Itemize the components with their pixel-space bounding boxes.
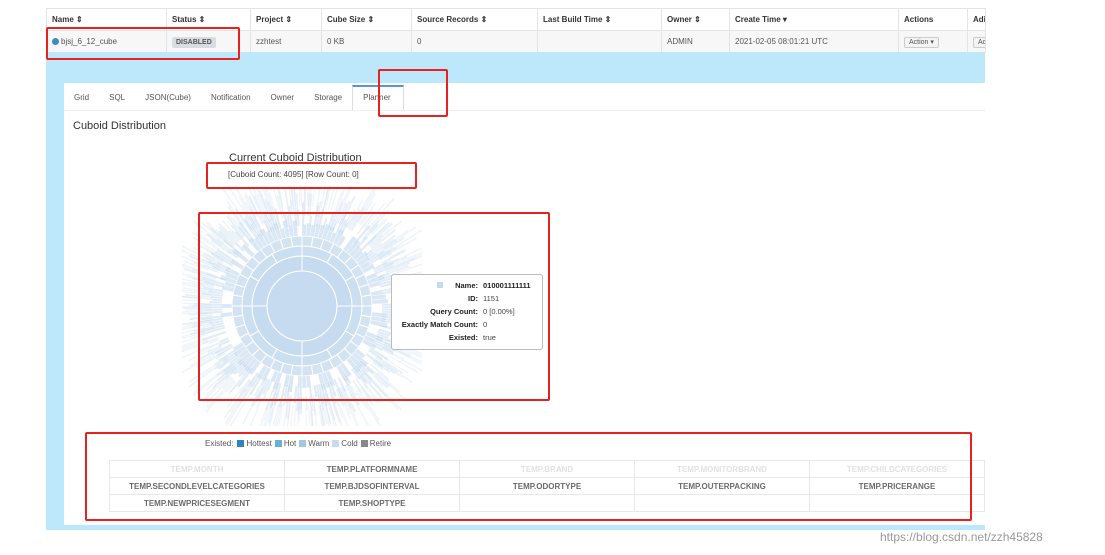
- col-actions: Actions: [898, 8, 968, 31]
- col-last-build-time[interactable]: Last Build Time ⇕: [537, 8, 662, 31]
- tabs-divider: [64, 110, 985, 111]
- col-admin: Adi: [967, 8, 986, 31]
- tab-notification[interactable]: Notification: [201, 85, 261, 110]
- sunburst-segment[interactable]: [293, 405, 297, 426]
- cell-create-time: 2021-02-05 08:01:21 UTC: [729, 30, 899, 53]
- tab-sql[interactable]: SQL: [99, 85, 135, 110]
- highlight-box: [206, 162, 417, 189]
- tab-storage[interactable]: Storage: [304, 85, 352, 110]
- cell-admin: Ac: [967, 30, 986, 53]
- highlight-box: [85, 432, 972, 521]
- cell-project: zzhtest: [250, 30, 322, 53]
- col-project[interactable]: Project ⇕: [250, 8, 322, 31]
- watermark: https://blog.csdn.net/zzh45828: [880, 530, 1043, 544]
- highlight-box: [378, 69, 448, 117]
- cell-actions: Action ▾: [898, 30, 968, 53]
- tab-owner[interactable]: Owner: [261, 85, 305, 110]
- cell-last-build-time: [537, 30, 662, 53]
- sunburst-segment[interactable]: [300, 186, 303, 207]
- action-dropdown-button[interactable]: Action ▾: [904, 37, 939, 48]
- col-create-time[interactable]: Create Time ▾: [729, 8, 899, 31]
- highlight-box: [46, 27, 240, 60]
- col-owner[interactable]: Owner ⇕: [661, 8, 730, 31]
- detail-tabs: Grid SQL JSON(Cube) Notification Owner S…: [64, 85, 405, 110]
- admin-button[interactable]: Ac: [973, 37, 985, 48]
- tab-grid[interactable]: Grid: [64, 85, 99, 110]
- cell-cube-size: 0 KB: [321, 30, 412, 53]
- col-source-records[interactable]: Source Records ⇕: [411, 8, 538, 31]
- tab-json-cube[interactable]: JSON(Cube): [135, 85, 201, 110]
- col-cube-size[interactable]: Cube Size ⇕: [321, 8, 412, 31]
- cell-source-records: 0: [411, 30, 538, 53]
- highlight-box: [198, 212, 550, 401]
- section-title: Cuboid Distribution: [73, 120, 166, 132]
- cell-owner: ADMIN: [661, 30, 730, 53]
